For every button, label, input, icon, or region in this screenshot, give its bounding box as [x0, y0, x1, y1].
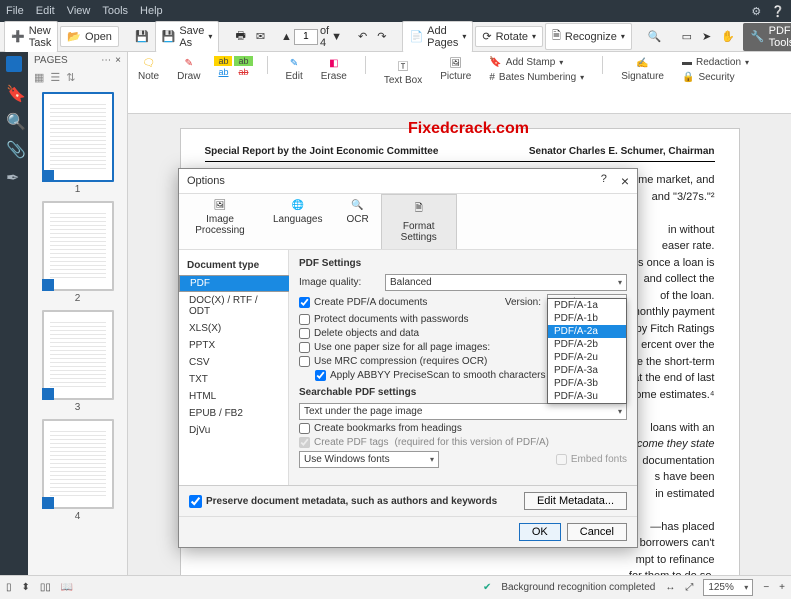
- image-quality-select[interactable]: Balanced▾: [385, 274, 627, 291]
- pdf-tags-label: Create PDF tags: [314, 437, 388, 448]
- version-opt-1a[interactable]: PDF/A-1a: [548, 299, 626, 312]
- preserve-meta-label: Preserve document metadata, such as auth…: [206, 496, 497, 507]
- protect-label: Protect documents with passwords: [314, 314, 469, 325]
- edit-metadata-button[interactable]: Edit Metadata...: [524, 492, 627, 510]
- doctype-html[interactable]: HTML: [179, 388, 288, 405]
- fonts-value: Use Windows fonts: [304, 454, 390, 465]
- version-opt-2a[interactable]: PDF/A-2a: [548, 325, 626, 338]
- pdf-tags-checkbox: Create PDF tags: [299, 437, 388, 448]
- delete-obj-checkbox[interactable]: Delete objects and data: [299, 328, 419, 339]
- tab-ocr[interactable]: 🔍 OCR: [335, 194, 381, 249]
- one-paper-label: Use one paper size for all page images:: [314, 342, 490, 353]
- doctype-list: Document type PDF DOC(X) / RTF / ODT XLS…: [179, 250, 289, 485]
- search-mode-value: Text under the page image: [304, 406, 422, 417]
- version-label: Version:: [505, 297, 541, 308]
- doctype-xls[interactable]: XLS(X): [179, 320, 288, 337]
- doctype-txt[interactable]: TXT: [179, 371, 288, 388]
- format-icon: 🗎: [415, 201, 423, 218]
- one-paper-checkbox[interactable]: Use one paper size for all page images:: [299, 342, 490, 353]
- embed-fonts-label: Embed fonts: [571, 454, 627, 465]
- delete-obj-label: Delete objects and data: [314, 328, 419, 339]
- options-dialog: Options ? × 🖼 Image Processing 🌐 Languages…: [178, 168, 638, 548]
- tab-image-processing[interactable]: 🖼 Image Processing: [179, 194, 261, 249]
- doctype-djvu[interactable]: DjVu: [179, 422, 288, 439]
- create-pdfa-label: Create PDF/A documents: [314, 297, 427, 308]
- globe-icon: 🌐: [292, 200, 304, 211]
- pdf-settings-panel: PDF Settings Image quality: Balanced▾ Cr…: [289, 250, 637, 485]
- doctype-heading: Document type: [179, 256, 288, 275]
- version-opt-2u[interactable]: PDF/A-2u: [548, 351, 626, 364]
- protect-checkbox[interactable]: Protect documents with passwords: [299, 314, 469, 325]
- create-pdfa-checkbox[interactable]: Create PDF/A documents: [299, 297, 427, 308]
- modal-overlay: Options ? × 🖼 Image Processing 🌐 Languages…: [0, 0, 791, 599]
- help-dialog-icon[interactable]: ?: [601, 173, 607, 189]
- dialog-title: Options: [187, 175, 225, 187]
- doctype-doc[interactable]: DOC(X) / RTF / ODT: [179, 292, 288, 320]
- fonts-select[interactable]: Use Windows fonts▾: [299, 451, 439, 468]
- version-dropdown: PDF/A-1a PDF/A-1b PDF/A-2a PDF/A-2b PDF/…: [547, 298, 627, 404]
- image-process-icon: 🖼: [214, 200, 227, 211]
- version-opt-3a[interactable]: PDF/A-3a: [548, 364, 626, 377]
- version-opt-3u[interactable]: PDF/A-3u: [548, 390, 626, 403]
- image-quality-value: Balanced: [390, 277, 432, 288]
- preserve-meta-checkbox[interactable]: Preserve document metadata, such as auth…: [189, 495, 497, 508]
- ocr-icon: 🔍: [351, 200, 363, 211]
- search-mode-select[interactable]: Text under the page image▾: [299, 403, 627, 420]
- image-quality-label: Image quality:: [299, 277, 379, 288]
- tab-format-settings[interactable]: 🗎 Format Settings: [381, 194, 457, 249]
- tab-label: Image Processing: [191, 214, 249, 236]
- pdf-tags-note: (required for this version of PDF/A): [394, 437, 549, 448]
- close-icon[interactable]: ×: [621, 173, 629, 189]
- version-opt-2b[interactable]: PDF/A-2b: [548, 338, 626, 351]
- bookmarks-label: Create bookmarks from headings: [314, 423, 462, 434]
- tab-label: Format Settings: [394, 221, 444, 243]
- doctype-pptx[interactable]: PPTX: [179, 337, 288, 354]
- version-opt-3b[interactable]: PDF/A-3b: [548, 377, 626, 390]
- tab-languages[interactable]: 🌐 Languages: [261, 194, 335, 249]
- ok-button[interactable]: OK: [519, 523, 561, 541]
- doctype-csv[interactable]: CSV: [179, 354, 288, 371]
- mrc-label: Use MRC compression (requires OCR): [314, 356, 487, 367]
- tab-label: OCR: [347, 214, 369, 225]
- pdf-settings-heading: PDF Settings: [299, 258, 627, 269]
- bookmarks-checkbox[interactable]: Create bookmarks from headings: [299, 423, 462, 434]
- doctype-epub[interactable]: EPUB / FB2: [179, 405, 288, 422]
- cancel-button[interactable]: Cancel: [567, 523, 627, 541]
- version-opt-1b[interactable]: PDF/A-1b: [548, 312, 626, 325]
- mrc-checkbox[interactable]: Use MRC compression (requires OCR): [299, 356, 487, 367]
- embed-fonts-checkbox: Embed fonts: [556, 454, 627, 465]
- tab-label: Languages: [273, 214, 323, 225]
